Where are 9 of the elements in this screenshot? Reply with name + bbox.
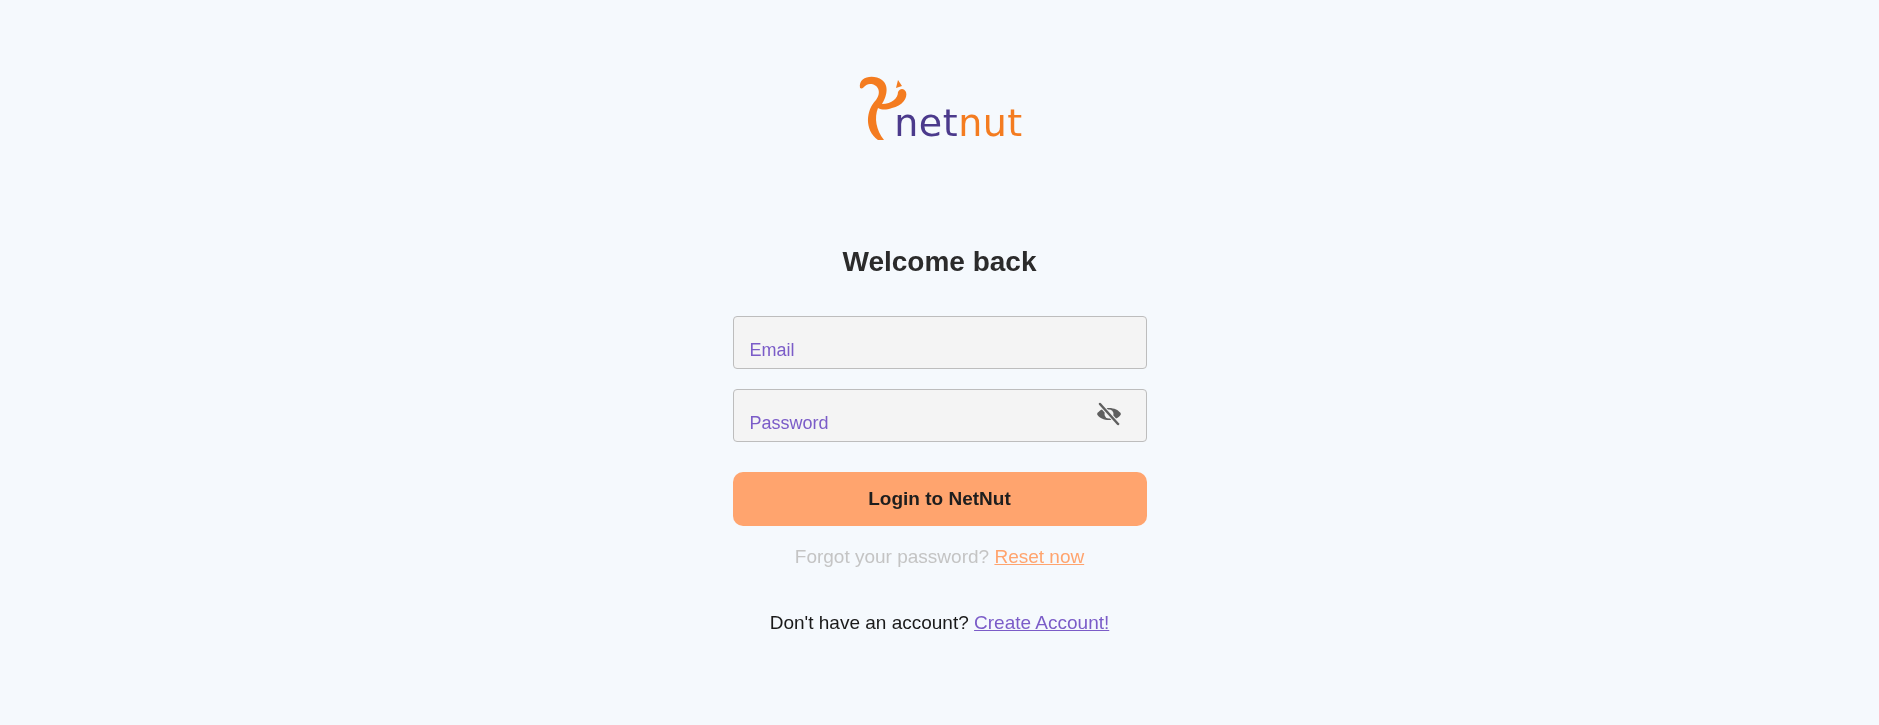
email-field[interactable]: Email xyxy=(732,316,1147,369)
logo-wordmark: netnut xyxy=(894,104,1023,142)
password-field[interactable]: Password xyxy=(732,389,1147,442)
welcome-heading: Welcome back xyxy=(842,245,1037,279)
create-account-link[interactable]: Create Account! xyxy=(974,612,1110,633)
login-button[interactable]: Login to NetNut xyxy=(732,472,1147,526)
eye-slash-icon[interactable] xyxy=(1094,402,1123,426)
signup-text: Don't have an account? xyxy=(769,612,969,633)
forgot-text: Forgot your password? xyxy=(794,546,990,567)
